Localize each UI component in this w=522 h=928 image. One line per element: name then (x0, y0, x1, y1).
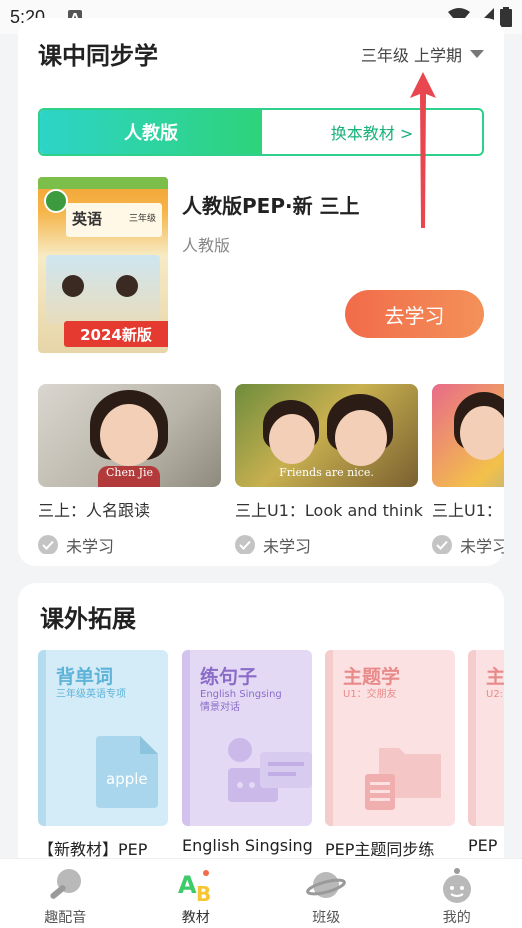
book-publisher: 人教版 (182, 236, 231, 255)
start-learning-button[interactable]: 去学习 (345, 290, 484, 338)
tab-label: 我的 (442, 910, 471, 926)
semester-selector[interactable]: 三年级 上学期 (361, 42, 484, 66)
thumb-face (100, 404, 158, 466)
planet-icon (306, 867, 347, 903)
annotation-arrow-icon (410, 72, 436, 228)
semester-label: 三年级 上学期 (360, 46, 462, 65)
book-cover-titlebox: 英语 三年级 (66, 203, 162, 237)
tab-label: 趣配音 (44, 910, 87, 926)
tab-textbook[interactable]: A B 教材 (131, 859, 262, 928)
check-circle-icon (432, 535, 452, 554)
tab-class[interactable]: 班级 (261, 859, 392, 928)
lesson-thumbnail: Chen Jie (38, 384, 221, 487)
tab-profile[interactable]: 我的 (392, 859, 522, 928)
extension-item-label: English Singsing (182, 836, 313, 855)
book-spine (325, 650, 333, 826)
tab-label: 班级 (312, 910, 341, 926)
extension-card-subtitle: 三年级英语专项 (56, 689, 126, 700)
extension-card-cover: 主 U2: (468, 650, 504, 826)
extension-item-words[interactable]: 背单词 三年级英语专项 apple 【新教材】PEP (38, 650, 168, 860)
extension-card-art-text: apple (106, 770, 148, 788)
book-cover-child-right (116, 275, 138, 297)
tab-dubbing[interactable]: 趣配音 (0, 859, 131, 928)
lesson-item[interactable]: Friends are nice. 三上U1：Look and think 未学… (235, 384, 423, 554)
tab-label: 教材 (181, 910, 210, 926)
check-circle-icon (38, 535, 58, 554)
lesson-title: 三上：人名跟读 (38, 501, 151, 520)
extension-card: 课外拓展 背单词 三年级英语专项 apple 【新教材】PEP 练句子 Engl… (18, 583, 504, 883)
book-cover-child-left (62, 275, 84, 297)
edition-current-tab[interactable]: 人教版 (40, 110, 262, 154)
extension-card-title: 主题学 (343, 666, 401, 688)
extension-card-title: 背单词 (56, 666, 114, 688)
extension-item-label: PEP (468, 836, 498, 855)
lesson-status-label: 未学习 (460, 537, 504, 554)
thumb-face (460, 406, 504, 460)
extension-item-themes-2[interactable]: 主 U2: PEP (468, 650, 504, 855)
lesson-thumbnail: Friends are nice. (235, 384, 418, 487)
check-circle-icon (235, 535, 255, 554)
extension-card-title: 练句子 (200, 666, 258, 688)
extension-item-label: PEP主题同步练 (325, 840, 435, 859)
extension-card-subtitle: U1：交朋友 (343, 689, 397, 700)
extension-item-themes[interactable]: 主题学 U1：交朋友 PEP主题同步练 (325, 650, 455, 860)
book-edition-badge: 2024新版 (64, 321, 168, 347)
lesson-title: 三上U1： (432, 501, 502, 520)
lesson-item[interactable]: 三上U1： 未学习 (432, 384, 504, 554)
lesson-thumbnail (432, 384, 504, 487)
thumb-caption: Friends are nice. (279, 466, 374, 479)
book-spine (468, 650, 476, 826)
extension-item-label: 【新教材】PEP (38, 840, 148, 859)
lesson-status: 未学习 (235, 533, 418, 554)
extension-card-subtitle: U2: (486, 689, 504, 700)
section-title-sync: 课中同步学 (38, 42, 158, 70)
profile-icon (437, 867, 477, 903)
textbook-ab-icon: A B (176, 867, 216, 906)
switch-textbook-button[interactable]: 换本教材 > (262, 110, 482, 154)
thumb-face (269, 414, 315, 464)
bottom-tab-bar: 趣配音 A B 教材 班级 我的 (0, 858, 522, 928)
book-cover[interactable]: 英语 三年级 2024新版 (38, 177, 168, 353)
lesson-list: Chen Jie 三上：人名跟读 未学习 Friends are nice. 三… (38, 384, 504, 554)
book-name: 人教版PEP·新 三上 (182, 194, 360, 218)
extension-card-cover: 背单词 三年级英语专项 apple (38, 650, 168, 826)
book-cover-band (38, 177, 168, 189)
dropdown-triangle-icon (470, 50, 484, 58)
lesson-status: 未学习 (38, 533, 221, 554)
chat-bubbles-icon (228, 738, 312, 802)
svg-text:B: B (196, 882, 211, 903)
lesson-item[interactable]: Chen Jie 三上：人名跟读 未学习 (38, 384, 221, 554)
book-cover-title: 英语 (72, 210, 103, 228)
lesson-status: 未学习 (432, 533, 504, 554)
publisher-emblem-icon (44, 189, 68, 213)
extension-card-cover: 练句子 English Singsing 情景对话 (182, 650, 312, 826)
svg-text:A: A (178, 871, 197, 899)
extension-card-subtitle: English Singsing 情景对话 (200, 689, 282, 713)
lesson-status-label: 未学习 (263, 537, 312, 554)
folder-icon (365, 748, 441, 810)
extension-card-cover: 主题学 U1：交朋友 (325, 650, 455, 826)
book-cover-grade: 三年级 (128, 214, 156, 224)
thumb-face (335, 410, 387, 466)
extension-card-title: 主 (486, 666, 504, 688)
section-title-extension: 课外拓展 (40, 605, 136, 633)
microphone-icon (45, 867, 85, 903)
book-spine (182, 650, 190, 826)
lesson-title: 三上U1：Look and think (235, 501, 423, 520)
lesson-status-label: 未学习 (66, 537, 115, 554)
extension-list: 背单词 三年级英语专项 apple 【新教材】PEP 练句子 English S… (38, 650, 504, 860)
battery-icon (500, 7, 512, 27)
extension-item-sentences[interactable]: 练句子 English Singsing 情景对话 English Singsi… (182, 650, 313, 855)
thumb-caption: Chen Jie (105, 466, 154, 479)
book-spine (38, 650, 46, 826)
